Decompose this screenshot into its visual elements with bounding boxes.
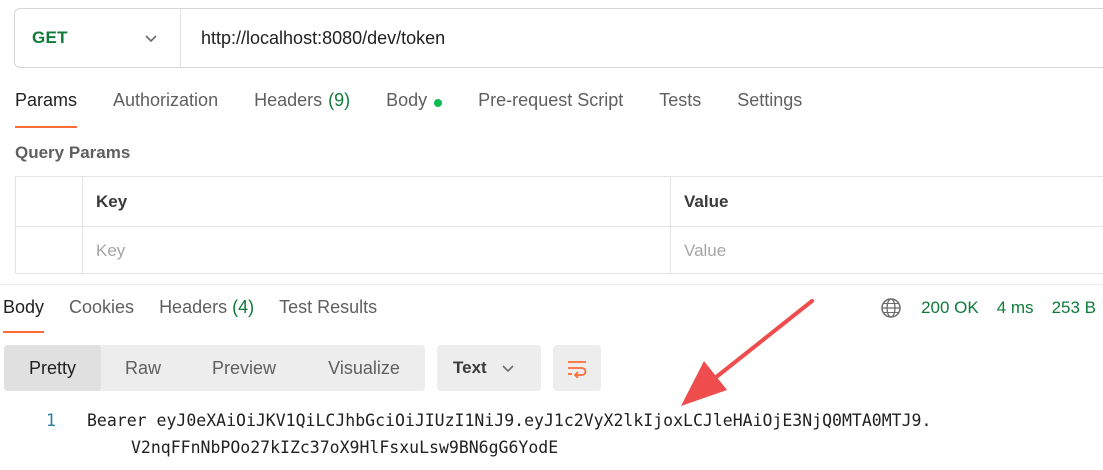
body-status-dot [434,99,443,107]
tab-settings[interactable]: Settings [737,90,802,128]
method-select[interactable]: GET [15,9,181,67]
request-tabs: Params Authorization Headers (9) Body Pre… [15,90,838,130]
chevron-down-icon [145,35,157,43]
response-time[interactable]: 4 ms [997,298,1034,318]
table-row: Key Value [16,226,1103,275]
tab-response-body[interactable]: Body [3,297,45,333]
tab-label: Settings [737,90,803,110]
globe-icon[interactable] [880,297,902,319]
param-key-input[interactable]: Key [83,227,671,275]
tab-cookies[interactable]: Cookies [69,297,134,333]
chevron-down-icon [502,365,514,373]
view-raw-button[interactable]: Raw [101,345,185,391]
tab-tests[interactable]: Tests [659,90,701,128]
response-headers-count-badge: (4) [232,297,255,317]
line-number: 1 [46,411,56,430]
tab-params[interactable]: Params [15,90,78,128]
response-body-line-wrap: V2nqFFnNbPOo27kIZc37oX9HlFsxuLsw9BN6gG6Y… [131,438,559,457]
param-value-input[interactable]: Value [671,227,1103,275]
tab-authorization[interactable]: Authorization [113,90,218,128]
view-visualize-button[interactable]: Visualize [303,345,425,391]
tab-label: Headers [159,297,228,317]
wrap-lines-button[interactable] [553,345,601,391]
tab-label: Body [386,90,428,110]
format-select[interactable]: Text [437,345,541,391]
tab-response-headers[interactable]: Headers (4) [159,297,254,333]
wrap-lines-icon [568,361,587,378]
tab-label: Authorization [113,90,219,110]
method-label: GET [32,28,68,47]
key-column-header: Key [83,177,671,226]
tab-label: Cookies [69,297,135,317]
tab-label: Headers [254,90,323,110]
response-meta: 200 OK 4 ms 253 B [880,297,1096,319]
tab-label: Body [3,297,45,317]
headers-count-badge: (9) [328,90,351,110]
checkbox-column [16,177,83,226]
query-params-table: Key Value Key Value [15,176,1103,275]
pane-divider[interactable] [0,284,1103,285]
tab-label: Params [15,90,78,110]
tab-test-results[interactable]: Test Results [279,297,377,333]
value-column-header: Value [684,191,729,211]
tab-label: Pre-request Script [478,90,624,110]
view-mode-segmented: Pretty Raw Preview Visualize [4,345,425,391]
status-code[interactable]: 200 OK [921,298,979,318]
request-bar: GET http://localhost:8080/dev/token [14,8,1103,68]
response-tabs: Body Cookies Headers (4) Test Results [3,297,402,333]
tab-pre-request-script[interactable]: Pre-request Script [478,90,623,128]
response-body-line: Bearer eyJ0eXAiOiJKV1QiLCJhbGciOiJIUzI1N… [87,411,932,430]
format-label: Text [453,358,487,377]
tab-body[interactable]: Body [386,90,443,128]
url-input[interactable]: http://localhost:8080/dev/token [181,28,445,49]
row-checkbox-cell [16,227,83,275]
tab-label: Tests [659,90,702,110]
tab-label: Test Results [279,297,378,317]
tab-headers[interactable]: Headers (9) [254,90,350,128]
query-params-title: Query Params [15,143,131,162]
view-pretty-button[interactable]: Pretty [4,345,101,391]
table-header-row: Key Value [16,177,1103,226]
view-preview-button[interactable]: Preview [185,345,303,391]
response-size[interactable]: 253 B [1052,298,1096,318]
